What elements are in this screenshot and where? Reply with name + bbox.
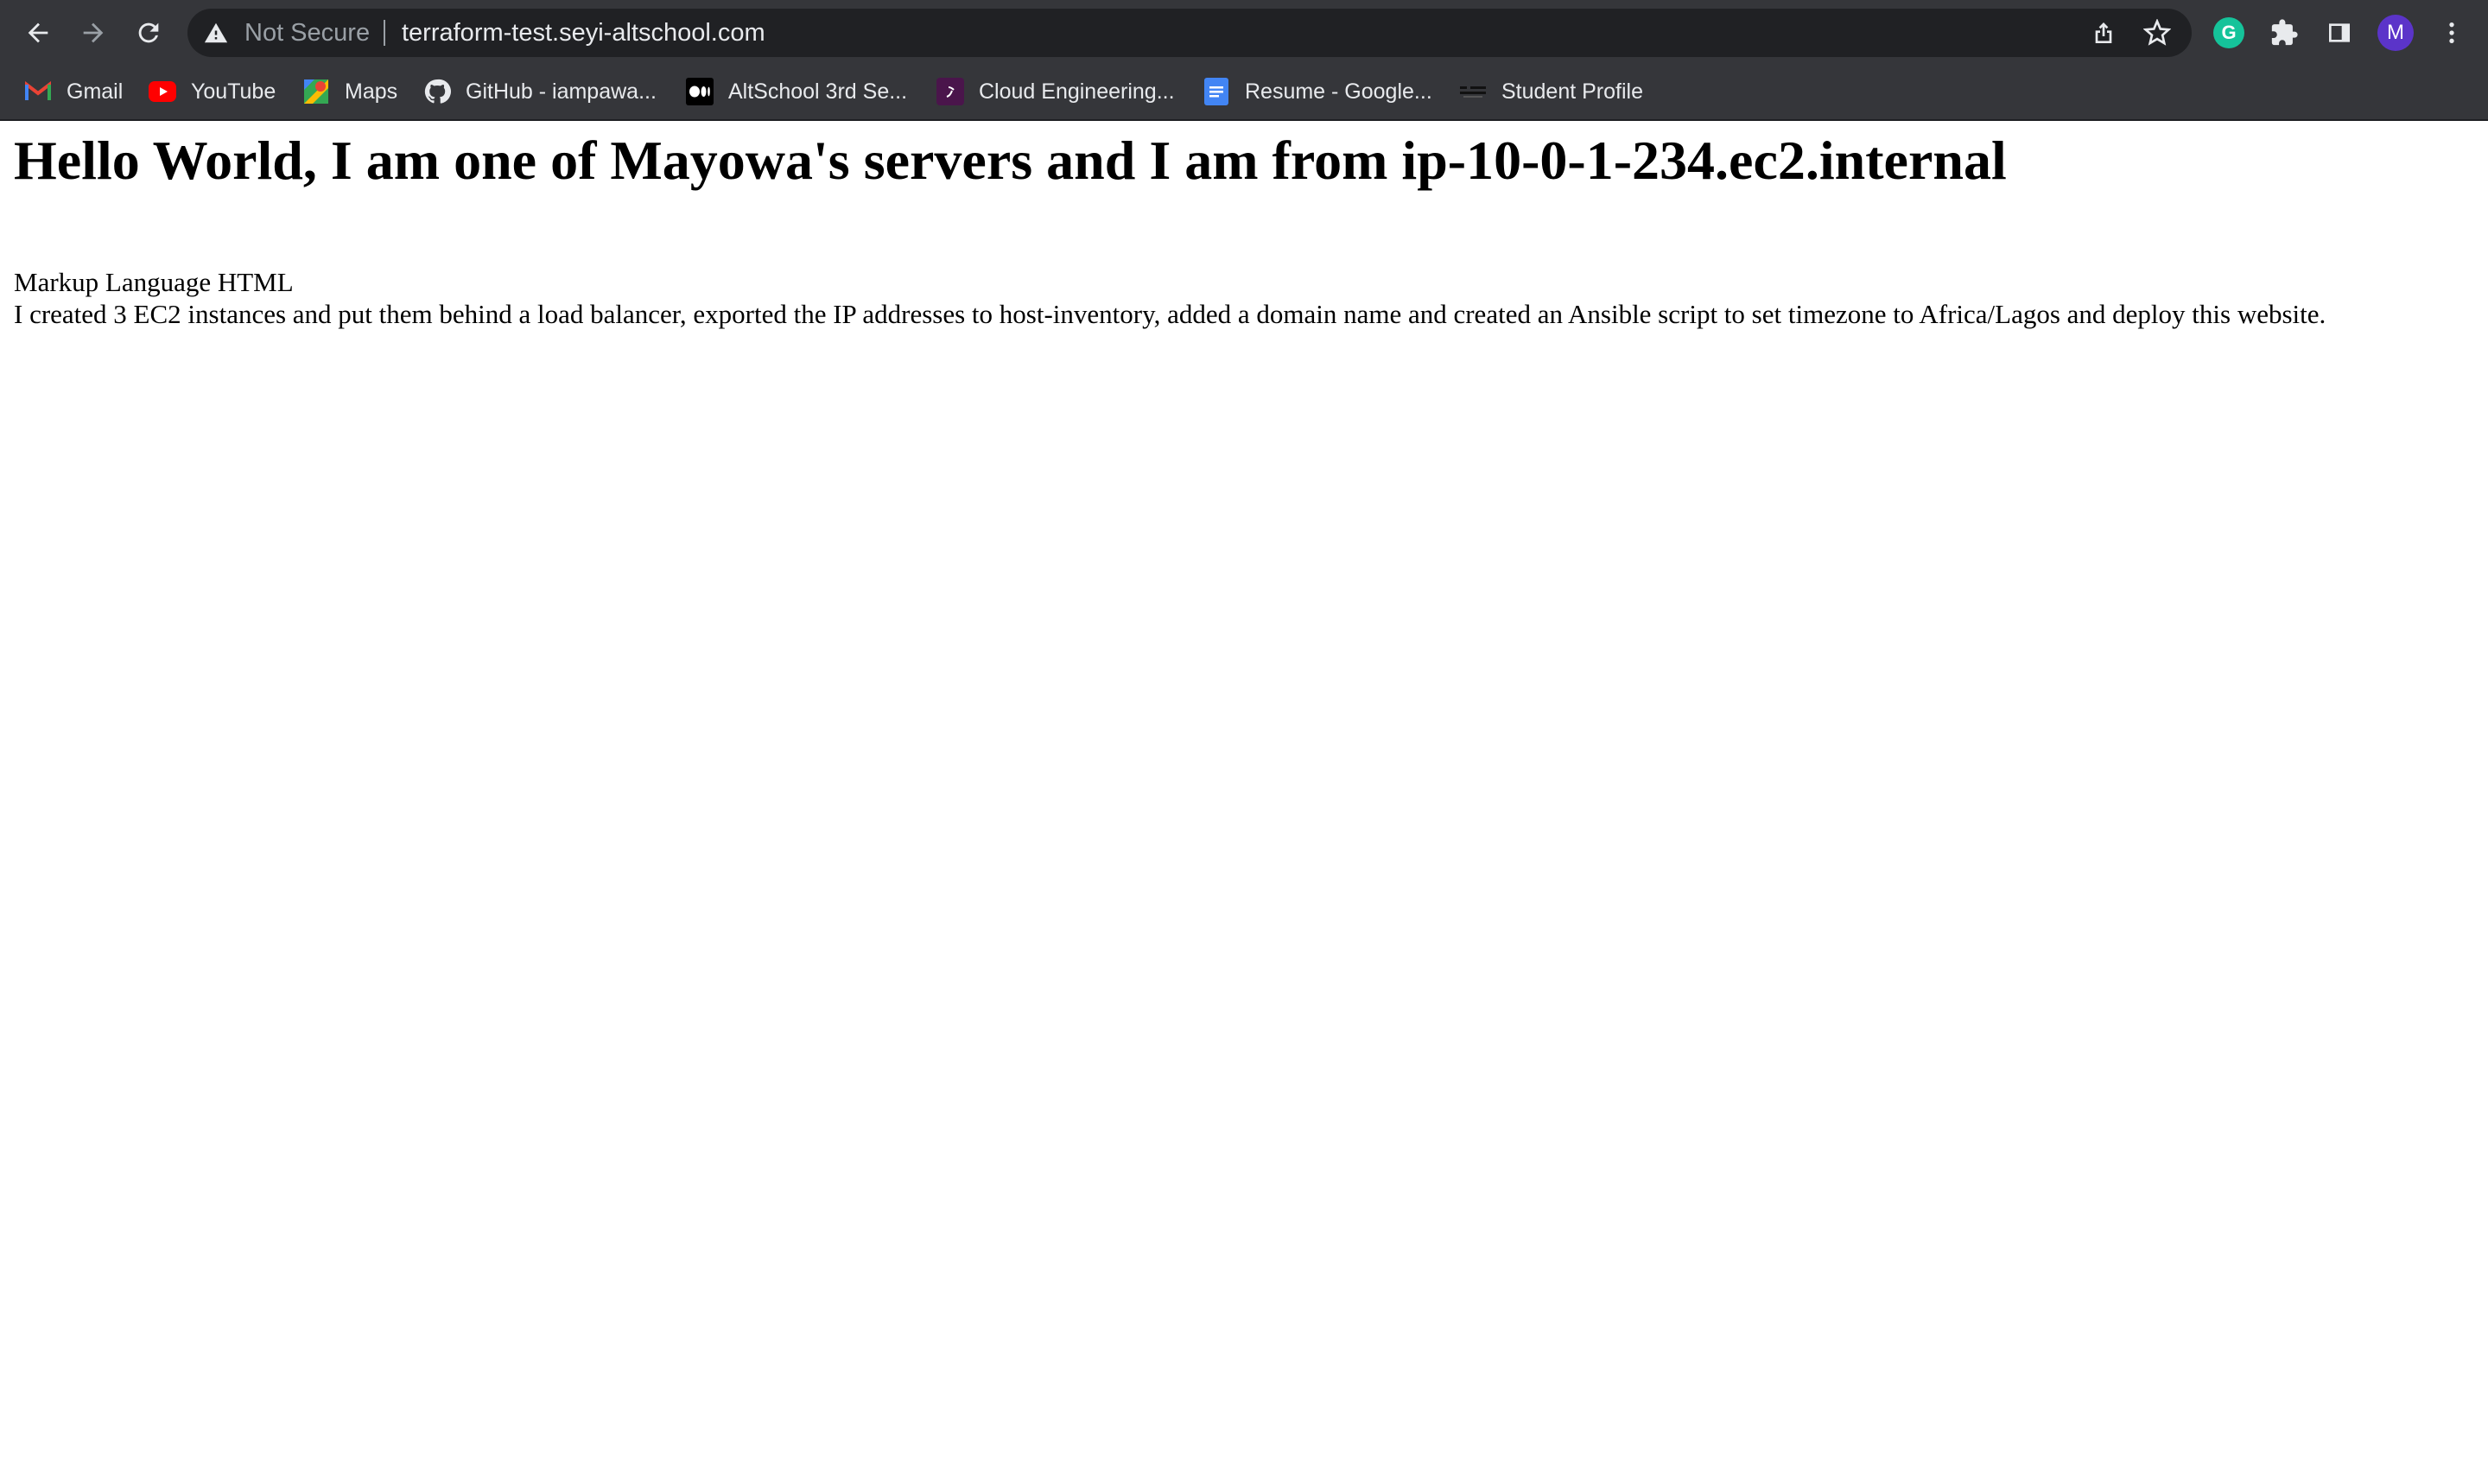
bookmark-student-profile[interactable]: Student Profile	[1459, 74, 1643, 109]
bookmark-github[interactable]: GitHub - iampawa...	[423, 74, 657, 109]
maps-icon	[302, 78, 330, 105]
page-content: Hello World, I am one of Mayowa's server…	[0, 121, 2488, 1484]
address-separator	[384, 20, 385, 46]
altschool-icon	[1459, 78, 1487, 105]
bookmark-maps[interactable]: Maps	[302, 74, 397, 109]
url-text[interactable]: terraform-test.seyi-altschool.com	[402, 9, 765, 57]
bookmark-label: Student Profile	[1501, 79, 1643, 104]
github-icon	[423, 78, 451, 105]
profile-avatar[interactable]: M	[2377, 15, 2414, 51]
arrow-left-icon	[28, 22, 48, 43]
side-panel-icon	[2329, 23, 2350, 42]
browser-toolbar: Not Secure terraform-test.seyi-altschool…	[0, 0, 2488, 66]
warning-triangle-icon	[204, 22, 228, 43]
page-heading: Hello World, I am one of Mayowa's server…	[14, 130, 2007, 191]
bookmark-label: AltSchool 3rd Se...	[728, 79, 908, 104]
gmail-icon	[24, 78, 52, 105]
bookmark-label: YouTube	[191, 79, 276, 104]
medium-icon	[686, 78, 714, 105]
page-subtitle: Markup Language HTML	[14, 267, 294, 297]
slack-icon	[936, 78, 964, 105]
bookmarks-bar: Gmail YouTube Maps GitHub - iampawa... A…	[0, 67, 2488, 116]
bookmark-resume[interactable]: Resume - Google...	[1203, 74, 1432, 109]
security-status[interactable]: Not Secure	[244, 9, 370, 57]
kebab-menu-icon	[2449, 22, 2454, 43]
bookmark-gmail[interactable]: Gmail	[24, 74, 123, 109]
share-icon[interactable]	[2090, 19, 2117, 47]
arrow-right-icon	[83, 22, 104, 43]
reload-button[interactable]	[126, 10, 171, 55]
address-bar[interactable]: Not Secure terraform-test.seyi-altschool…	[187, 9, 2192, 57]
bookmark-label: Resume - Google...	[1245, 79, 1432, 104]
bookmark-label: Maps	[345, 79, 398, 104]
extensions-button[interactable]	[2269, 17, 2300, 48]
side-panel-button[interactable]	[2324, 17, 2355, 48]
reload-icon	[138, 22, 159, 43]
browser-chrome: Not Secure terraform-test.seyi-altschool…	[0, 0, 2488, 121]
bookmark-label: Gmail	[67, 79, 124, 104]
bookmark-altschool[interactable]: AltSchool 3rd Se...	[686, 74, 907, 109]
back-button[interactable]	[16, 10, 60, 55]
puzzle-icon	[2271, 19, 2298, 46]
youtube-icon	[149, 78, 176, 105]
star-icon[interactable]	[2143, 19, 2171, 47]
bookmark-label: Cloud Engineering...	[979, 79, 1175, 104]
forward-button[interactable]	[71, 10, 116, 55]
grammarly-extension-icon[interactable]: G	[2213, 17, 2244, 48]
page-description: I created 3 EC2 instances and put them b…	[14, 299, 2326, 329]
bookmark-label: GitHub - iampawa...	[466, 79, 657, 104]
browser-menu-button[interactable]	[2436, 17, 2467, 48]
bookmark-cloud-engineering[interactable]: Cloud Engineering...	[936, 74, 1175, 109]
google-docs-icon	[1203, 78, 1230, 105]
bookmark-youtube[interactable]: YouTube	[149, 74, 276, 109]
